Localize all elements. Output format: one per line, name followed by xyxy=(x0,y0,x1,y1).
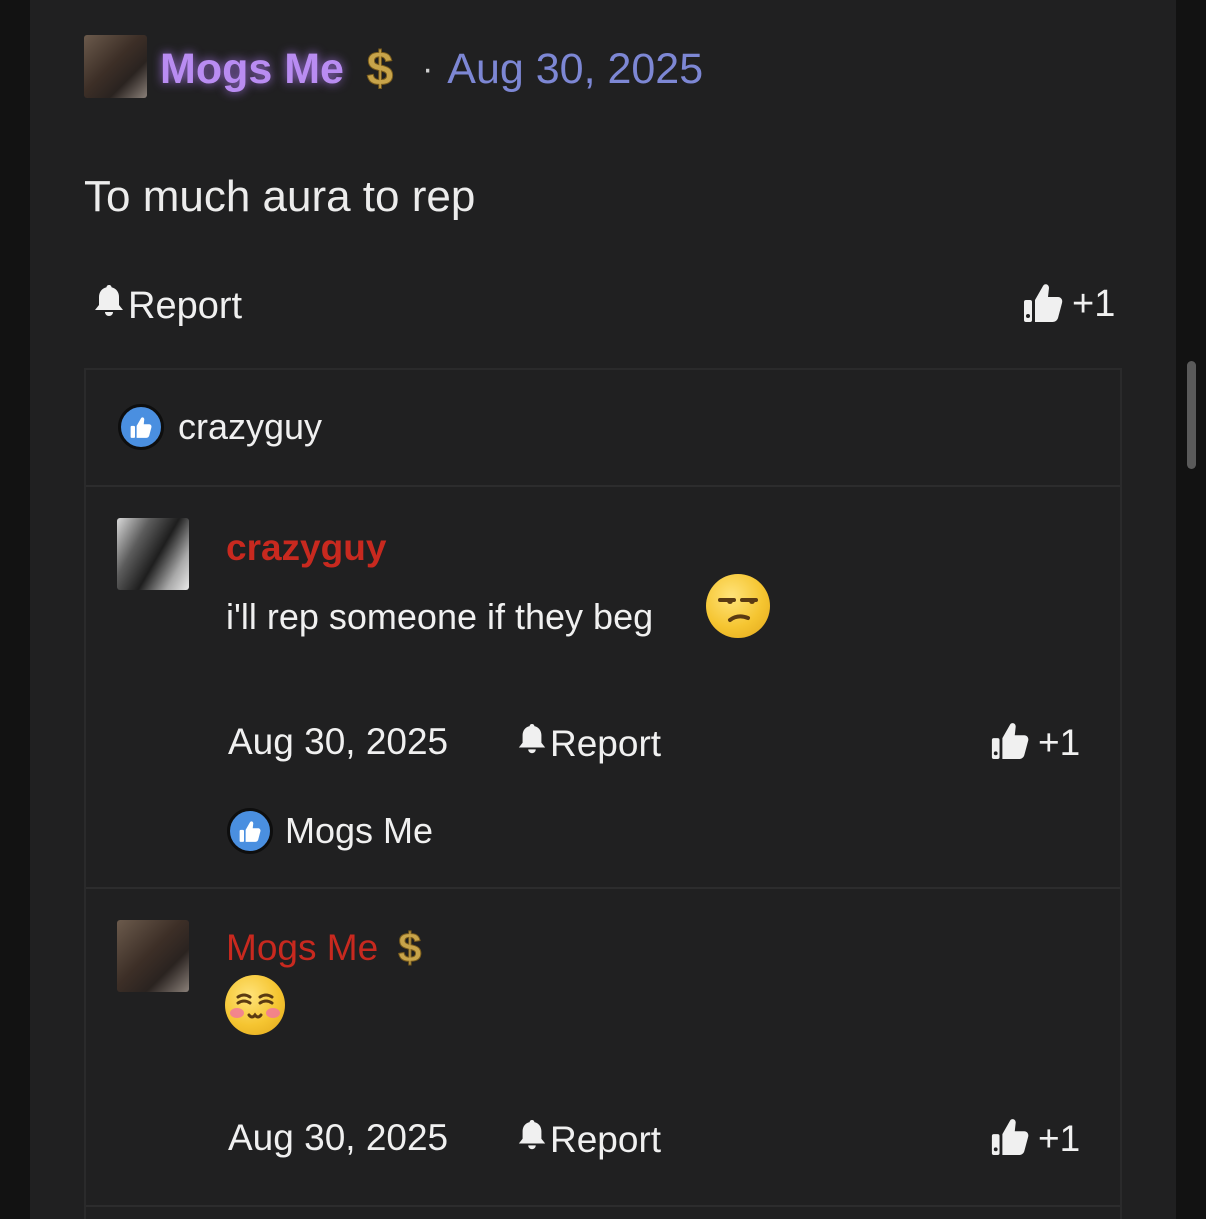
reply-date[interactable]: Aug 30, 2025 xyxy=(228,1117,448,1159)
blushing-content-face-icon xyxy=(225,975,285,1035)
liker-name[interactable]: crazyguy xyxy=(178,406,322,448)
reply-like-button[interactable]: +1 xyxy=(990,1115,1080,1162)
thumbs-up-icon xyxy=(1022,280,1064,329)
reply-author-avatar[interactable] xyxy=(117,920,189,992)
reply-report-button[interactable]: Report xyxy=(516,721,661,766)
bell-icon xyxy=(516,721,548,766)
post-text: To much aura to rep xyxy=(84,172,476,221)
liked-by-name[interactable]: Mogs Me xyxy=(285,810,433,852)
bell-icon xyxy=(92,282,126,330)
reply-author-name[interactable]: crazyguy xyxy=(226,527,386,569)
divider xyxy=(86,485,1120,487)
reply-report-button[interactable]: Report xyxy=(516,1117,661,1162)
report-label: Report xyxy=(550,1118,662,1160)
reply-liked-by-row: Mogs Me xyxy=(227,808,433,854)
post-report-button[interactable]: Report xyxy=(92,282,242,330)
separator-dot: · xyxy=(421,50,434,88)
report-label: Report xyxy=(550,722,662,764)
bell-icon xyxy=(516,1117,548,1162)
divider xyxy=(86,1205,1120,1207)
post-date-link[interactable]: Aug 30, 2025 xyxy=(447,45,703,94)
post-like-button[interactable]: +1 xyxy=(1022,280,1115,329)
post-header: Mogs Me $ · Aug 30, 2025 xyxy=(160,42,703,97)
unamused-face-icon xyxy=(706,574,770,638)
thumbs-up-icon xyxy=(990,719,1030,766)
reply-author-name[interactable]: Mogs Me xyxy=(226,927,378,969)
scrollbar[interactable] xyxy=(1187,361,1196,469)
likes-row: crazyguy xyxy=(118,404,322,450)
dollar-icon: $ xyxy=(398,924,422,972)
post-author-avatar[interactable] xyxy=(84,35,147,98)
reply-header: Mogs Me $ xyxy=(226,924,422,972)
dollar-icon: $ xyxy=(366,43,394,97)
reply-date[interactable]: Aug 30, 2025 xyxy=(228,721,448,763)
reply-text: i'll rep someone if they beg xyxy=(226,596,654,637)
divider xyxy=(86,887,1120,889)
replies-container xyxy=(84,368,1122,1219)
thumbs-up-icon xyxy=(990,1115,1030,1162)
post-author-name[interactable]: Mogs Me xyxy=(160,45,344,94)
thumbs-up-badge-icon xyxy=(227,808,273,854)
reply-like-button[interactable]: +1 xyxy=(990,719,1080,766)
like-count: +1 xyxy=(1038,721,1081,763)
like-count: +1 xyxy=(1072,283,1116,325)
thumbs-up-badge-icon xyxy=(118,404,164,450)
report-label: Report xyxy=(128,284,243,327)
like-count: +1 xyxy=(1038,1117,1081,1159)
reply-author-avatar[interactable] xyxy=(117,518,189,590)
